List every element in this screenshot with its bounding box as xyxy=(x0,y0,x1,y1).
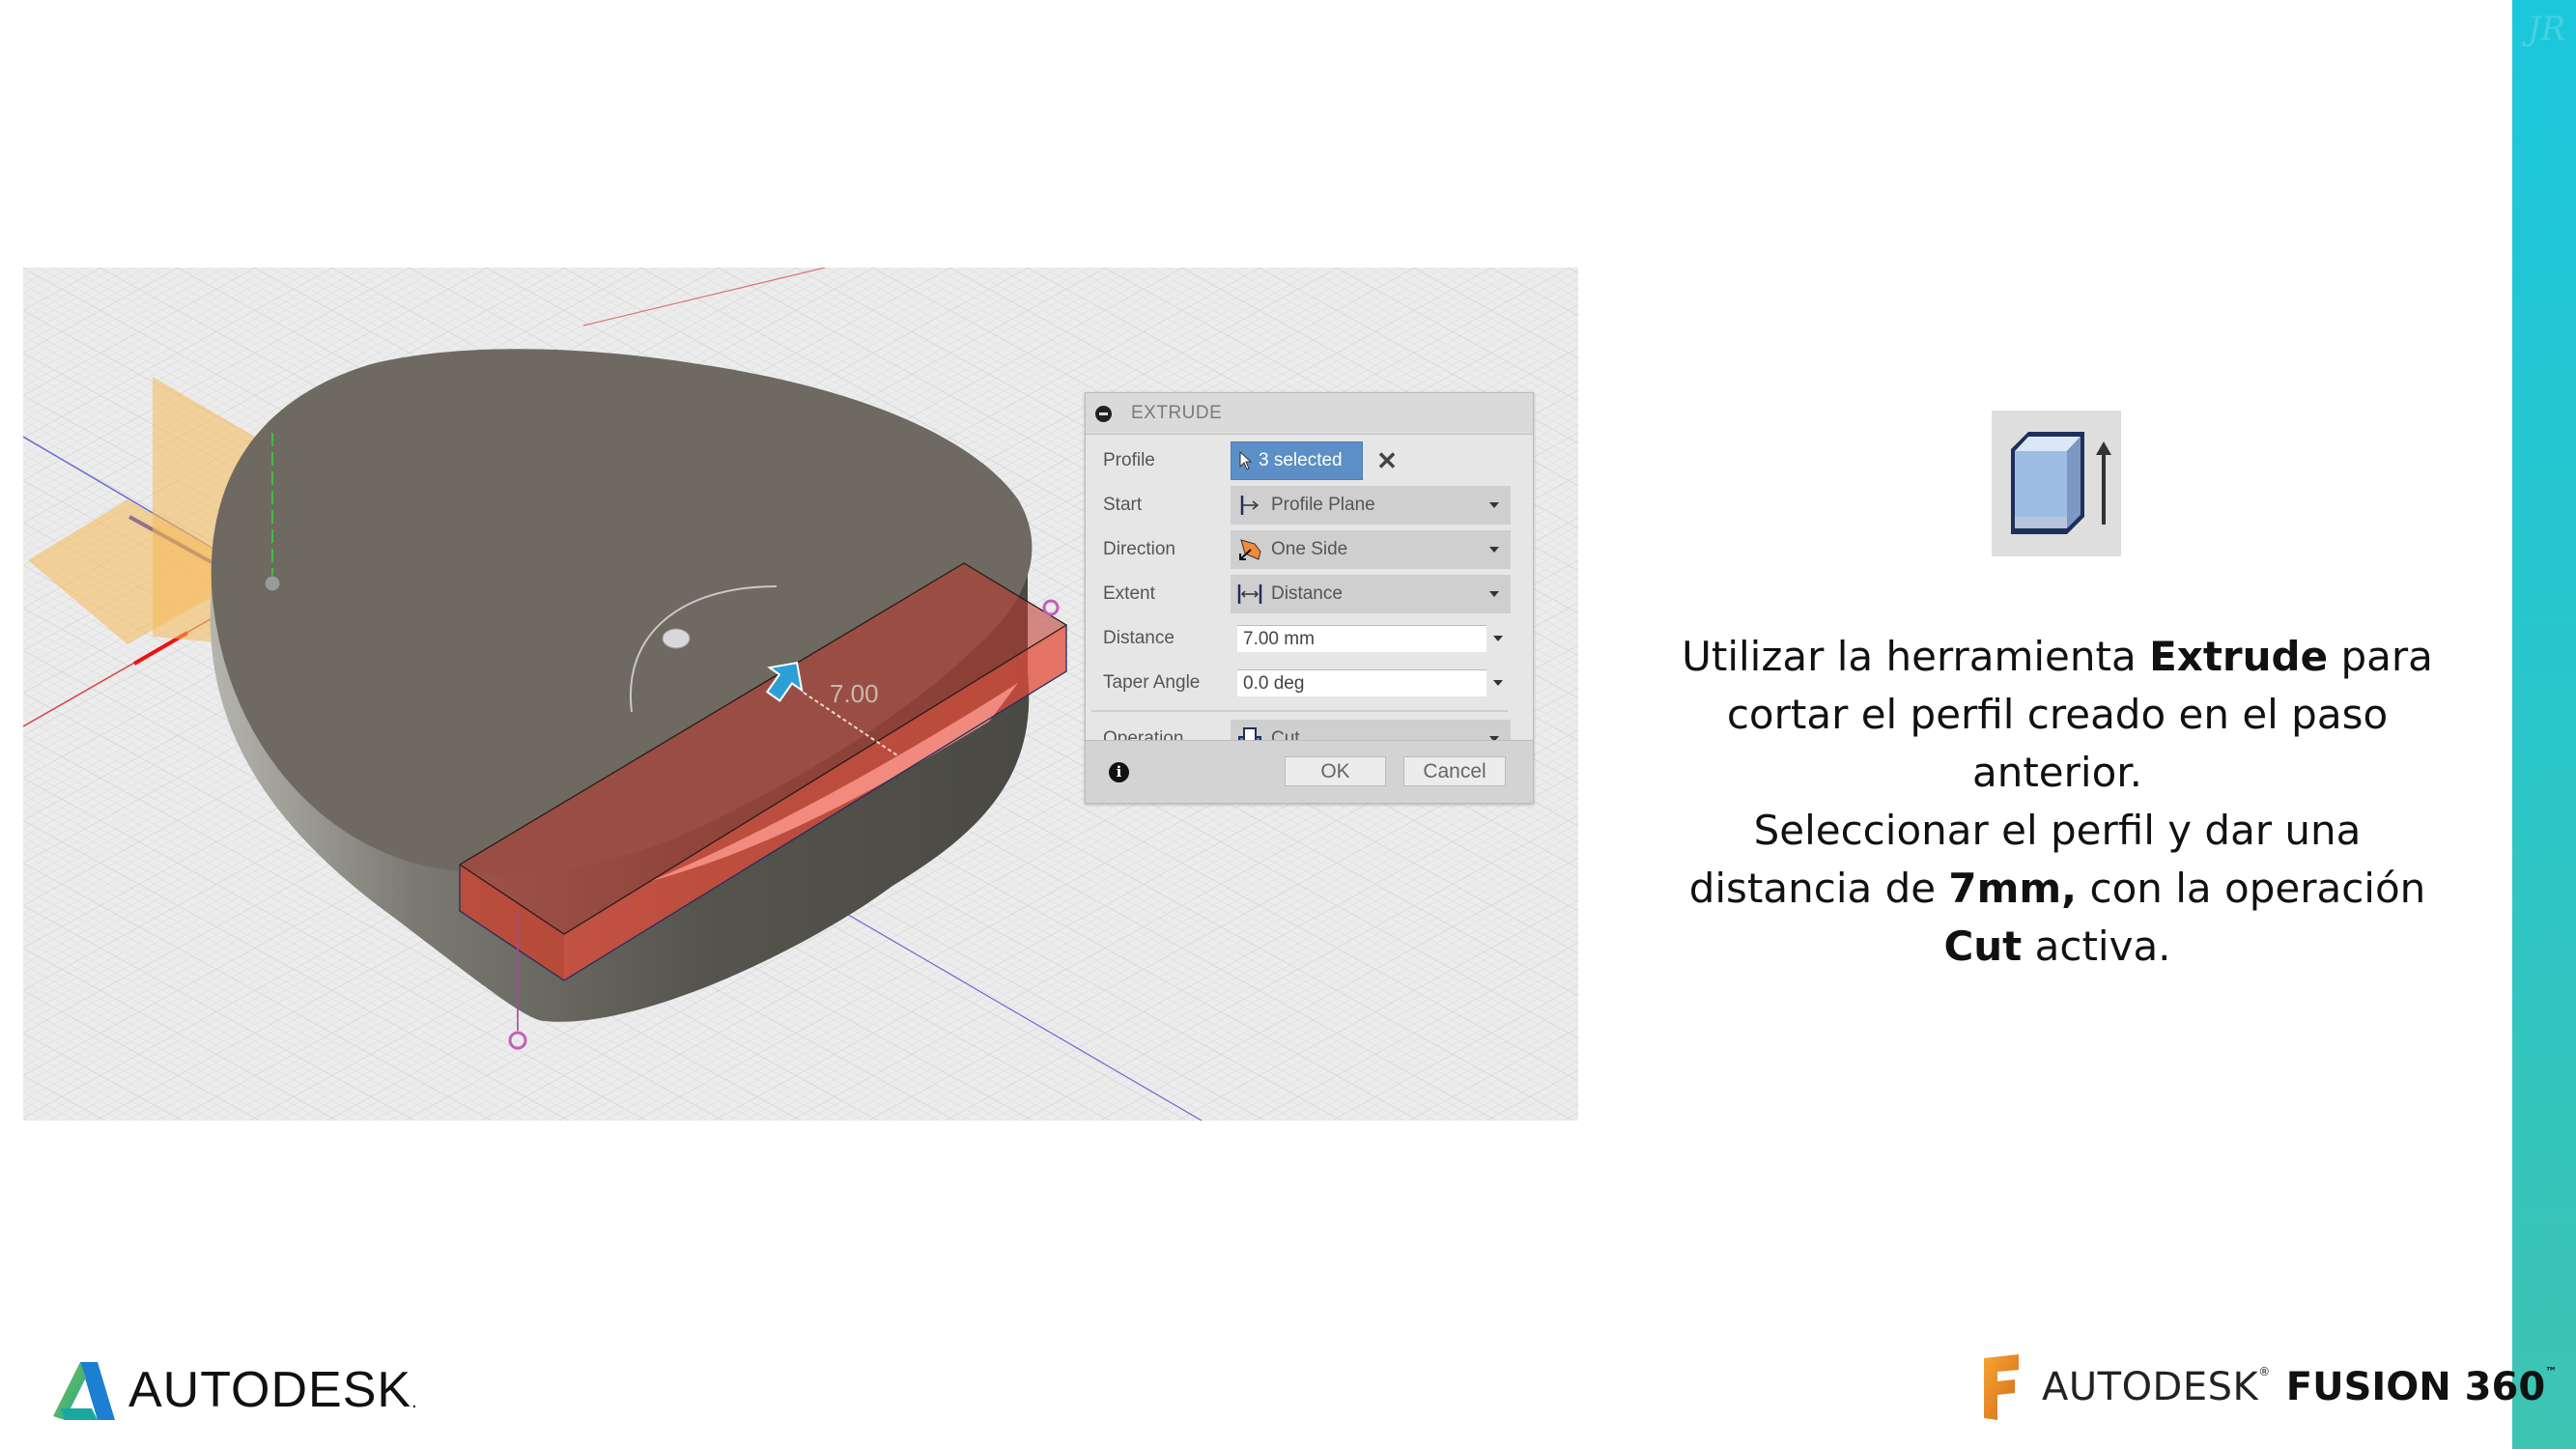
one-side-icon xyxy=(1236,537,1263,562)
autodesk-a-icon xyxy=(53,1362,115,1420)
extent-label: Extent xyxy=(1103,583,1155,604)
dimension-label: 7.00 xyxy=(830,679,879,708)
cut-keyword: Cut xyxy=(1943,923,2023,970)
clear-selection-icon[interactable]: ✕ xyxy=(1375,441,1399,480)
extrude-dialog: EXTRUDE Profile 3 selected ✕ Start Profi… xyxy=(1085,392,1534,804)
taper-row: Taper Angle 0.0 deg xyxy=(1086,664,1533,702)
start-value: Profile Plane xyxy=(1271,495,1375,515)
instruction-paragraph-1: Utilizar la herramienta Extrude para cor… xyxy=(1682,633,2433,796)
taper-angle-input[interactable]: 0.0 deg xyxy=(1237,669,1486,696)
extrude-keyword: Extrude xyxy=(2149,633,2329,680)
profile-row: Profile 3 selected ✕ xyxy=(1086,441,1533,480)
chevron-down-icon xyxy=(1489,547,1499,553)
direction-value: One Side xyxy=(1271,539,1348,559)
info-icon[interactable]: i xyxy=(1109,762,1129,782)
profile-select-button[interactable]: 3 selected xyxy=(1231,441,1363,480)
start-row: Start Profile Plane xyxy=(1086,486,1533,525)
chevron-down-icon[interactable] xyxy=(1493,680,1503,686)
chevron-down-icon xyxy=(1489,591,1499,597)
autodesk-wordmark: AUTODESK xyxy=(128,1362,412,1418)
extrude-tool-icon xyxy=(1992,411,2121,556)
extent-value: Distance xyxy=(1271,583,1343,604)
extent-dropdown[interactable]: Distance xyxy=(1231,575,1511,613)
distance-row: Distance 7.00 mm xyxy=(1086,619,1533,658)
fusion-360-logo: AUTODESK® FUSION 360™ xyxy=(1980,1352,2557,1422)
accent-band: JR xyxy=(2512,0,2576,1449)
start-label: Start xyxy=(1103,495,1143,515)
fusion-f-icon xyxy=(1984,1354,2019,1420)
direction-dropdown[interactable]: One Side xyxy=(1231,530,1511,569)
dialog-titlebar[interactable]: EXTRUDE xyxy=(1086,393,1533,435)
cancel-button[interactable]: Cancel xyxy=(1403,756,1506,786)
extent-row: Extent Distance xyxy=(1086,575,1533,613)
cursor-icon xyxy=(1239,451,1253,470)
chevron-down-icon xyxy=(1489,502,1499,508)
chevron-down-icon[interactable] xyxy=(1493,636,1503,641)
profile-value: 3 selected xyxy=(1259,450,1343,470)
divider xyxy=(1091,710,1508,712)
distance-label: Distance xyxy=(1103,628,1175,648)
taper-angle-label: Taper Angle xyxy=(1103,672,1201,693)
fusion-product-name: FUSION 360™ xyxy=(2285,1365,2558,1409)
instructions: Utilizar la herramienta Extrude para cor… xyxy=(1661,628,2453,976)
profile-plane-icon xyxy=(1236,493,1263,518)
dialog-title: EXTRUDE xyxy=(1131,403,1223,423)
distance-input[interactable]: 7.00 mm xyxy=(1237,625,1486,652)
direction-label: Direction xyxy=(1103,539,1175,559)
3d-viewport[interactable]: 7.00 EXTRUDE Profile 3 selected ✕ Start xyxy=(23,268,1578,1121)
origin-point[interactable] xyxy=(264,575,281,592)
profile-label: Profile xyxy=(1103,450,1155,470)
collapse-icon[interactable] xyxy=(1095,405,1112,422)
fusion-brand: AUTODESK® xyxy=(2042,1365,2271,1409)
distance-icon xyxy=(1236,582,1263,607)
start-dropdown[interactable]: Profile Plane xyxy=(1231,486,1511,525)
instruction-paragraph-2: Seleccionar el perfil y dar una distanci… xyxy=(1688,807,2426,970)
distance-keyword: 7mm, xyxy=(1948,865,2078,912)
direction-row: Direction One Side xyxy=(1086,530,1533,569)
dialog-footer: i OK Cancel xyxy=(1086,740,1533,803)
ok-button[interactable]: OK xyxy=(1285,756,1386,786)
autodesk-logo: AUTODESK . xyxy=(53,1360,417,1420)
angle-manipulator-handle[interactable] xyxy=(662,628,691,649)
watermark: JR xyxy=(2528,10,2566,48)
